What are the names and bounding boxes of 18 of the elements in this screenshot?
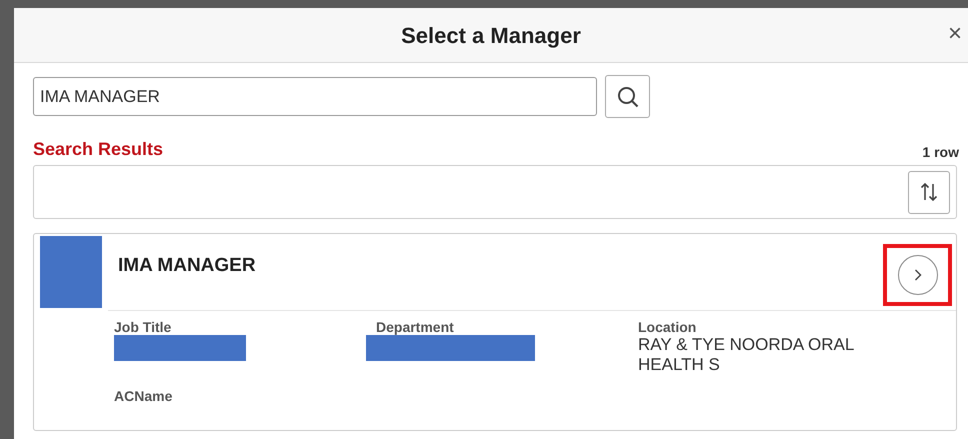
result-card[interactable]: IMA MANAGER Job Title Department Location RAY & TYE NOORDA ORAL HEALTH S ACName bbox=[33, 233, 957, 431]
open-button[interactable] bbox=[898, 255, 938, 295]
field-label: Location bbox=[638, 320, 696, 335]
field-label: Job Title bbox=[114, 320, 172, 335]
section-heading: Search Results bbox=[33, 138, 164, 161]
search-button[interactable] bbox=[605, 75, 650, 118]
row-count: 1 row bbox=[922, 143, 959, 162]
field-label: ACName bbox=[114, 389, 172, 404]
search-field[interactable]: IMA MANAGER bbox=[33, 77, 597, 116]
person-name: IMA MANAGER bbox=[117, 254, 256, 278]
search-icon bbox=[616, 86, 638, 108]
sort-button[interactable] bbox=[908, 170, 950, 214]
close-button[interactable]: × bbox=[942, 22, 968, 46]
field-value: RAY & TYE NOORDA ORAL HEALTH S bbox=[638, 335, 855, 375]
sort-icon bbox=[920, 182, 938, 202]
field-label: Department bbox=[376, 320, 454, 335]
dialog-title: Select a Manager bbox=[401, 22, 581, 50]
chevron-right-icon bbox=[914, 269, 922, 281]
